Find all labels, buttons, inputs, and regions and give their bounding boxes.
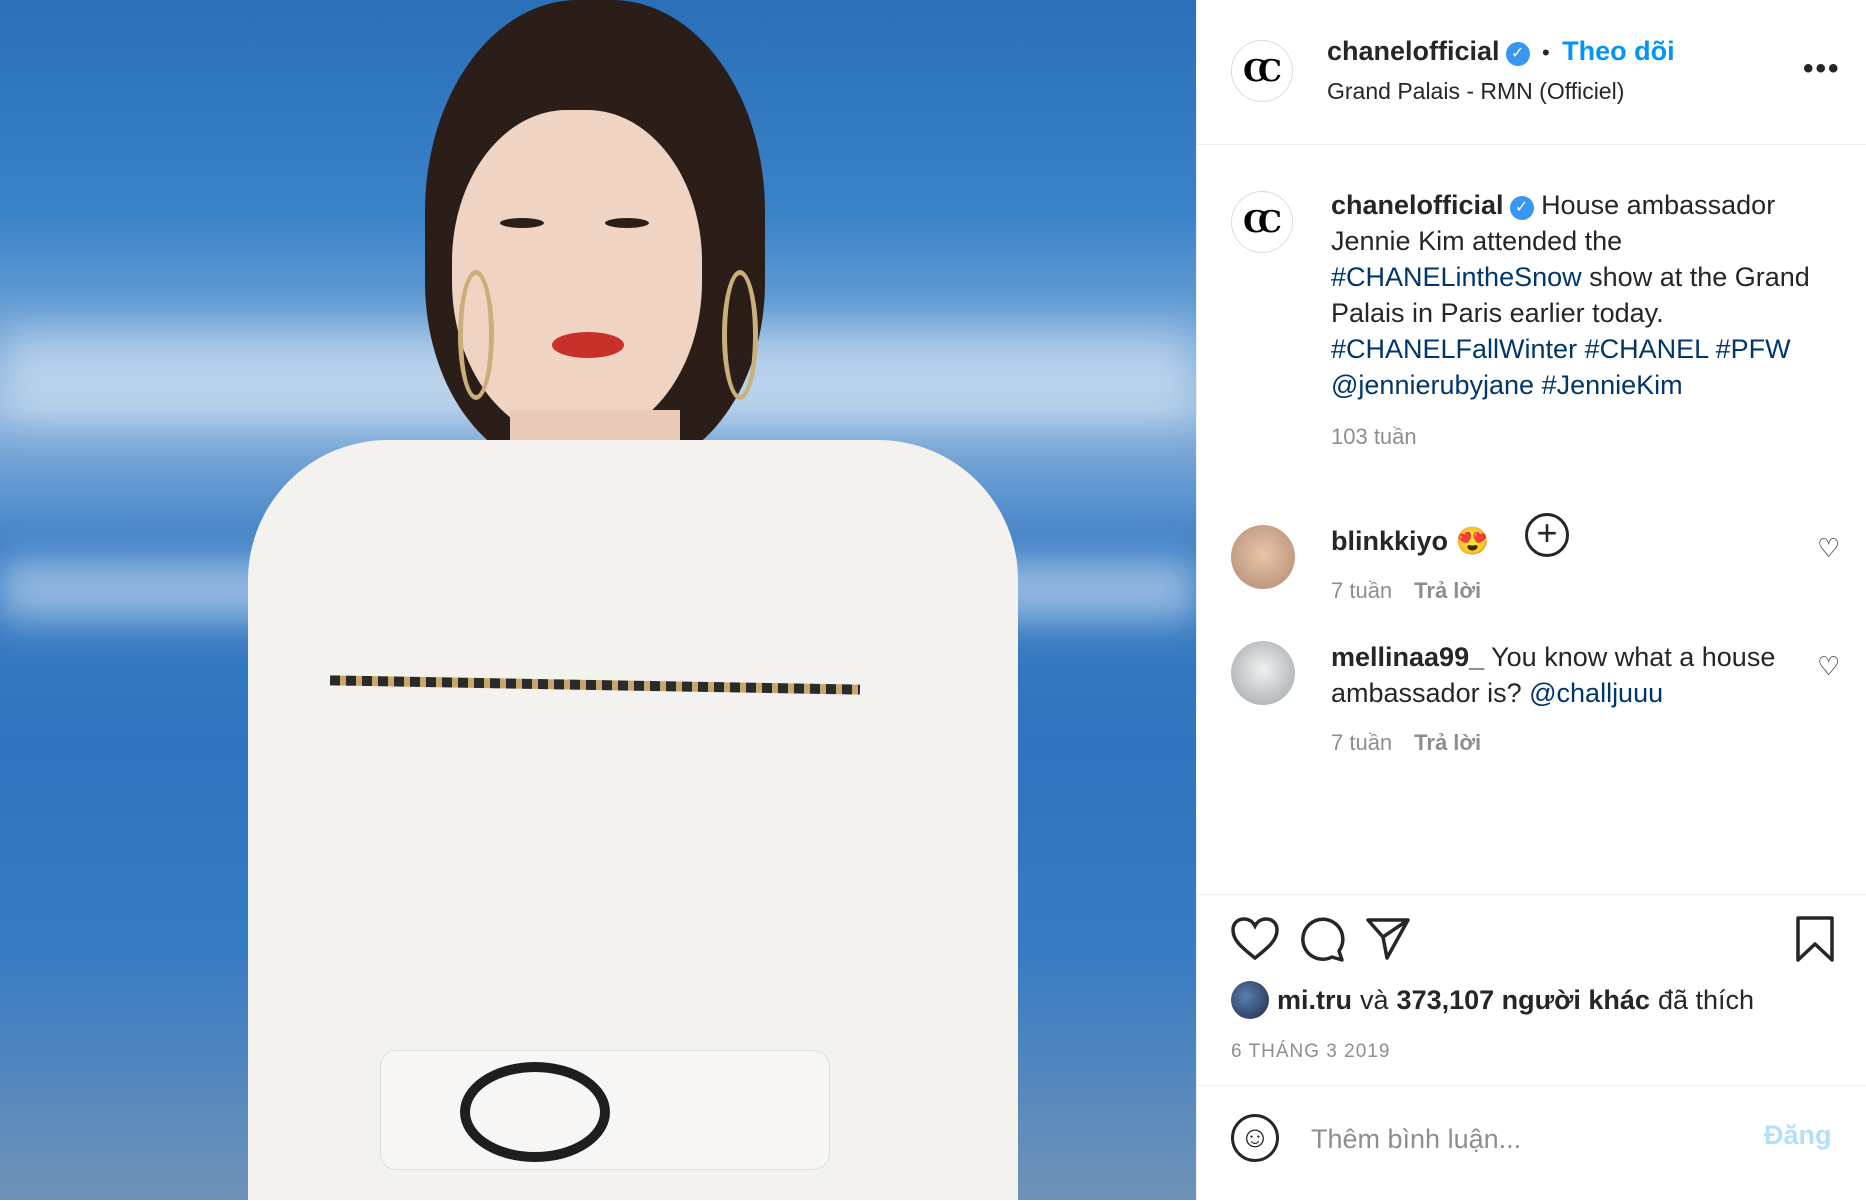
comment-time[interactable]: 7 tuần [1331, 578, 1392, 603]
comment: blinkkiyo 😍 7 tuần Trả lời [1331, 523, 1811, 609]
photo-eye-left [500, 218, 544, 228]
bookmark-icon[interactable] [1795, 915, 1835, 963]
hashtag-link[interactable]: #CHANEL [1585, 334, 1709, 364]
chanel-avatar[interactable]: CC [1231, 40, 1293, 102]
action-bar: mi.tru và 373,107 người khác đã thích 6 … [1197, 894, 1866, 1085]
follow-button[interactable]: Theo dõi [1562, 36, 1674, 66]
comment-avatar[interactable] [1231, 641, 1295, 705]
photo-earring-right [722, 270, 758, 400]
post-date[interactable]: 6 THÁNG 3 2019 [1231, 1041, 1390, 1063]
hashtag-link[interactable]: #CHANELintheSnow [1331, 262, 1582, 292]
verified-badge-icon: ✓ [1505, 42, 1530, 66]
more-options-icon[interactable]: ••• [1803, 52, 1841, 86]
instagram-post: CC chanelofficial ✓ • Theo dõi Grand Pala… [0, 0, 1866, 1200]
share-icon[interactable] [1365, 917, 1411, 961]
caption-username[interactable]: chanelofficial [1331, 190, 1504, 220]
liker-avatar[interactable] [1231, 981, 1269, 1019]
post-side-panel: CC chanelofficial ✓ • Theo dõi Grand Pala… [1196, 0, 1866, 1200]
heart-icon[interactable] [1231, 917, 1279, 961]
comment: mellinaa99_ You know what a house ambass… [1331, 639, 1811, 761]
comment-meta: 7 tuần Trả lời [1331, 723, 1811, 761]
location-link[interactable]: Grand Palais - RMN (Officiel) [1327, 78, 1624, 105]
comment-icon[interactable] [1299, 917, 1345, 963]
header-username[interactable]: chanelofficial [1327, 36, 1500, 66]
add-comment-bar: ☺ Đăng [1197, 1085, 1866, 1201]
comment-like-heart-icon[interactable]: ♡ [1817, 533, 1840, 564]
hashtag-link[interactable]: #CHANELFallWinter [1331, 334, 1577, 364]
post-photo[interactable] [0, 0, 1196, 1200]
photo-lips [552, 332, 624, 358]
comment-meta: 7 tuần Trả lời [1331, 571, 1811, 609]
chanel-logo-icon: CC [1243, 204, 1282, 240]
comment-avatar[interactable] [1231, 525, 1295, 589]
comment-username[interactable]: blinkkiyo [1331, 526, 1448, 556]
reply-button[interactable]: Trả lời [1414, 578, 1481, 603]
caption-avatar[interactable]: CC [1231, 191, 1293, 253]
mention-link[interactable]: @challjuuu [1529, 678, 1663, 708]
likes-count[interactable]: 373,107 người khác [1397, 985, 1650, 1016]
post-header: CC chanelofficial ✓ • Theo dõi Grand Pala… [1197, 0, 1866, 145]
likes-conj: và [1360, 984, 1389, 1015]
photo-eye-right [605, 218, 649, 228]
hashtag-link[interactable]: #JennieKim [1542, 370, 1683, 400]
comment-time[interactable]: 7 tuần [1331, 730, 1392, 755]
caption: chanelofficial ✓ House ambassador Jennie … [1331, 187, 1851, 455]
hashtag-link[interactable]: #PFW [1716, 334, 1791, 364]
comment-like-heart-icon[interactable]: ♡ [1817, 651, 1840, 682]
verified-badge-icon: ✓ [1509, 196, 1534, 220]
header-separator: • [1542, 40, 1550, 65]
post-comment-button[interactable]: Đăng [1764, 1120, 1832, 1151]
likes-suffix: đã thích [1657, 984, 1755, 1015]
photo-earring-left [458, 270, 494, 400]
comment-input[interactable] [1309, 1108, 1753, 1170]
comments-scroll[interactable]: CC chanelofficial ✓ House ambassador Jenn… [1197, 145, 1866, 893]
photo-face [452, 110, 702, 440]
mention-link[interactable]: @jennierubyjane [1331, 370, 1534, 400]
likes-summary: mi.tru và 373,107 người khác đã thích [1231, 981, 1754, 1019]
header-title-row: chanelofficial ✓ • Theo dõi [1327, 36, 1675, 67]
comment-text: 😍 [1455, 526, 1490, 556]
reply-button[interactable]: Trả lời [1414, 730, 1481, 755]
caption-time[interactable]: 103 tuần [1331, 419, 1851, 455]
photo-cc-buckle [460, 1062, 610, 1162]
chanel-logo-icon: CC [1243, 53, 1282, 89]
emoji-icon[interactable]: ☺ [1231, 1114, 1279, 1162]
first-liker[interactable]: mi.tru [1277, 985, 1352, 1016]
comment-username[interactable]: mellinaa99_ [1331, 642, 1484, 672]
